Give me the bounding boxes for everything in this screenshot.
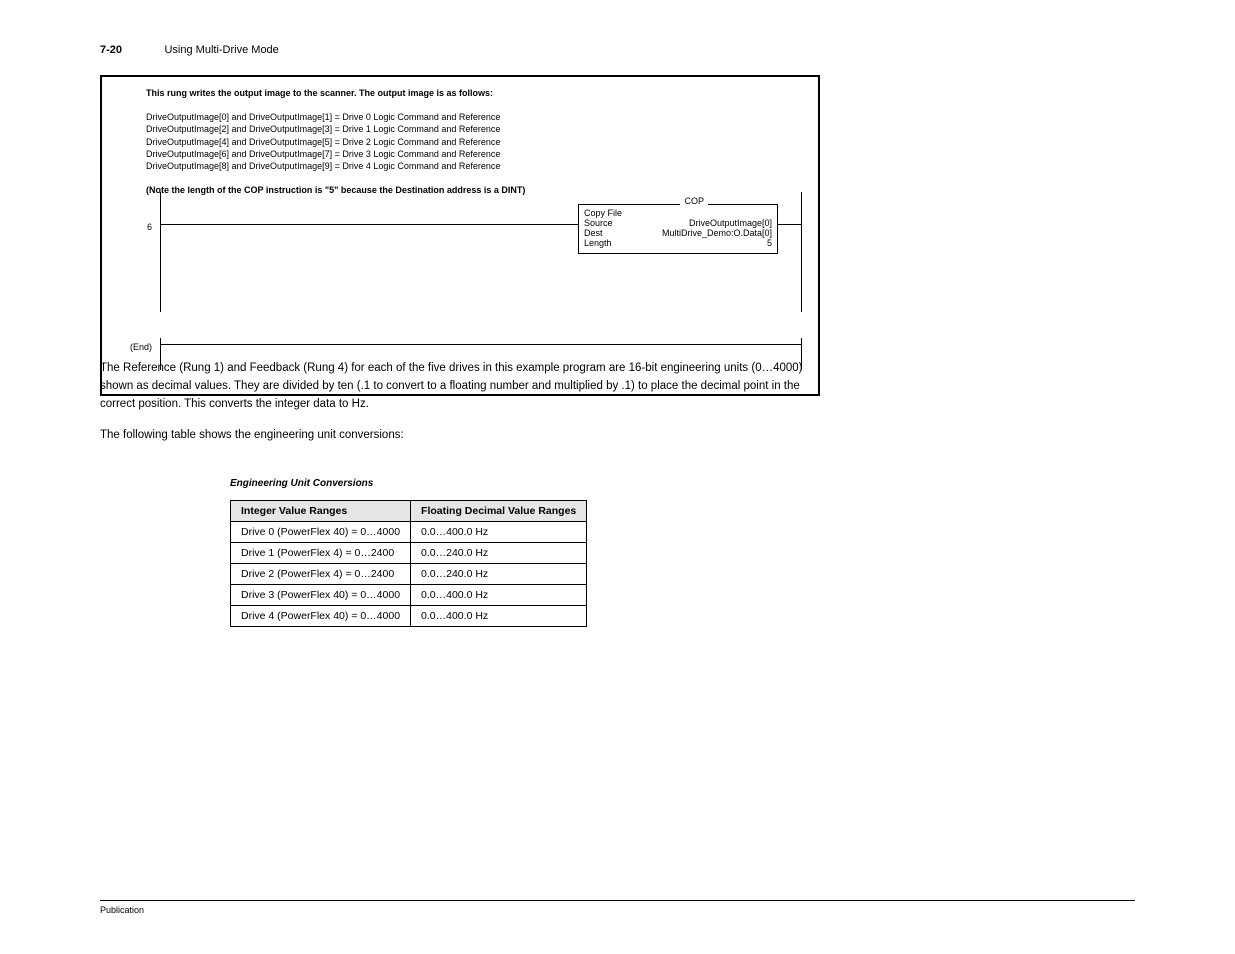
rung-comment: This rung writes the output image to the… — [146, 87, 780, 196]
cop-label: COP — [680, 196, 708, 206]
cop-source-value: DriveOutputImage[0] — [689, 218, 772, 228]
table-cell: 0.0…400.0 Hz — [411, 606, 587, 627]
paragraph: The following table shows the engineerin… — [100, 427, 820, 445]
cop-length-label: Length — [584, 238, 612, 248]
comment-line: DriveOutputImage[2] and DriveOutputImage… — [146, 124, 500, 134]
table-row: Drive 2 (PowerFlex 4) = 0…2400 0.0…240.0… — [231, 564, 587, 585]
comment-line: DriveOutputImage[6] and DriveOutputImage… — [146, 149, 500, 159]
body-paragraphs: The Reference (Rung 1) and Feedback (Run… — [100, 360, 820, 459]
table-header-row: Integer Value Ranges Floating Decimal Va… — [231, 501, 587, 522]
ladder-diagram: This rung writes the output image to the… — [100, 75, 820, 396]
conversion-table: Integer Value Ranges Floating Decimal Va… — [230, 500, 587, 627]
cop-length-value: 5 — [767, 238, 772, 248]
cop-dest-label: Dest — [584, 228, 603, 238]
rung-wire-right — [778, 224, 802, 225]
cop-instruction: Copy File Source DriveOutputImage[0] Des… — [578, 204, 778, 254]
end-wire — [160, 344, 802, 345]
table-cell: 0.0…400.0 Hz — [411, 522, 587, 543]
comment-line: DriveOutputImage[0] and DriveOutputImage… — [146, 112, 500, 122]
table-cell: 0.0…240.0 Hz — [411, 564, 587, 585]
table-cell: 0.0…240.0 Hz — [411, 543, 587, 564]
table-cell: Drive 1 (PowerFlex 4) = 0…2400 — [231, 543, 411, 564]
cop-dest-value: MultiDrive_Demo:O.Data[0] — [662, 228, 772, 238]
table-row: Drive 0 (PowerFlex 40) = 0…4000 0.0…400.… — [231, 522, 587, 543]
col-header: Floating Decimal Value Ranges — [411, 501, 587, 522]
section-title: Using Multi-Drive Mode — [164, 44, 278, 56]
comment-line: DriveOutputImage[4] and DriveOutputImage… — [146, 137, 500, 147]
rung-rail: COP Copy File Source DriveOutputImage[0]… — [158, 198, 804, 298]
comment-note: (Note the length of the COP instruction … — [146, 185, 525, 195]
rung-6: 6 COP Copy File Source DriveOutputImage[… — [116, 198, 804, 298]
page-number: 7-20 — [100, 44, 122, 56]
page-header: 7-20 Using Multi-Drive Mode — [100, 40, 1135, 58]
rung-number: 6 — [116, 198, 158, 232]
table-caption: Engineering Unit Conversions — [230, 478, 373, 489]
left-rail — [160, 192, 161, 312]
footer-pub: Publication — [100, 905, 144, 915]
table-cell: Drive 2 (PowerFlex 4) = 0…2400 — [231, 564, 411, 585]
paragraph: The Reference (Rung 1) and Feedback (Run… — [100, 360, 820, 413]
cop-name: Copy File — [584, 208, 772, 218]
table-cell: Drive 4 (PowerFlex 40) = 0…4000 — [231, 606, 411, 627]
right-rail — [801, 192, 802, 312]
col-header: Integer Value Ranges — [231, 501, 411, 522]
table-cell: 0.0…400.0 Hz — [411, 585, 587, 606]
table-row: Drive 4 (PowerFlex 40) = 0…4000 0.0…400.… — [231, 606, 587, 627]
page-footer: Publication — [100, 900, 1135, 915]
table-row: Drive 1 (PowerFlex 4) = 0…2400 0.0…240.0… — [231, 543, 587, 564]
table-cell: Drive 0 (PowerFlex 40) = 0…4000 — [231, 522, 411, 543]
table-cell: Drive 3 (PowerFlex 40) = 0…4000 — [231, 585, 411, 606]
comment-intro: This rung writes the output image to the… — [146, 88, 493, 98]
cop-source-label: Source — [584, 218, 613, 228]
rung-wire — [160, 224, 590, 225]
comment-line: DriveOutputImage[8] and DriveOutputImage… — [146, 161, 500, 171]
table-row: Drive 3 (PowerFlex 40) = 0…4000 0.0…400.… — [231, 585, 587, 606]
